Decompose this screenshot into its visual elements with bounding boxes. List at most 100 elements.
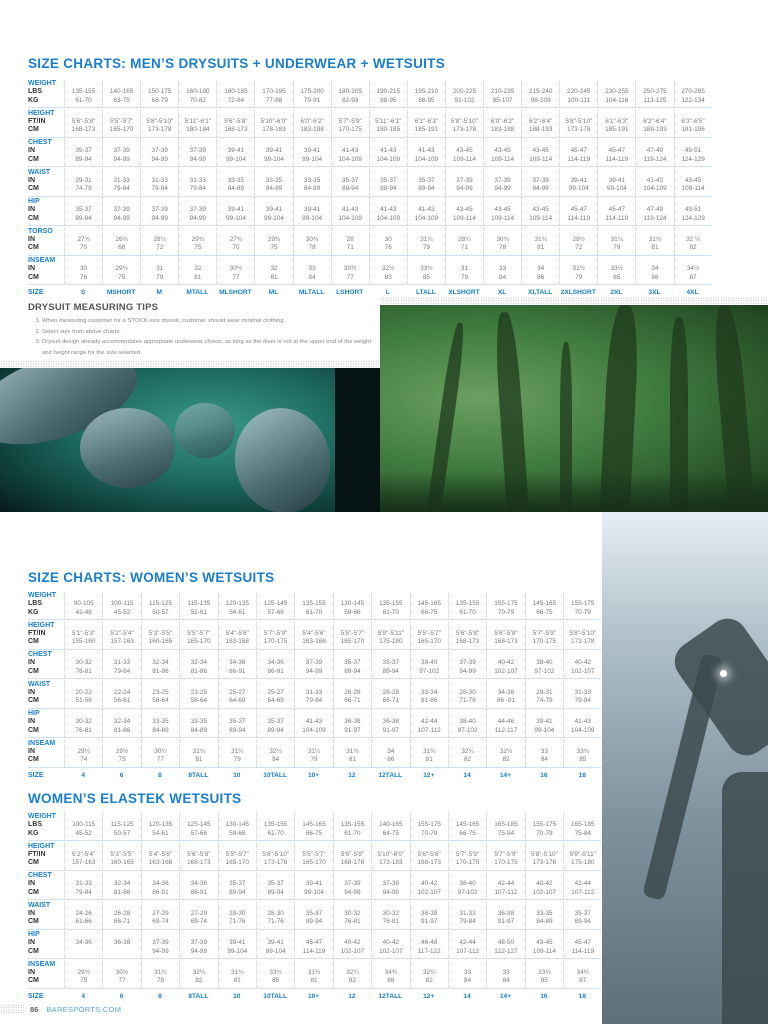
table-cell: 34½ 87: [563, 960, 601, 988]
unit-label: LBS: [28, 600, 42, 608]
value-cm: 51-56: [75, 697, 92, 705]
row-label: HIP IN CM: [28, 710, 64, 737]
value-cm: 185-191: [414, 126, 439, 134]
row-label: HEIGHT FT/IN CM: [28, 843, 64, 870]
table-cell: 270-295 122-134: [673, 80, 712, 107]
value-cm: 82: [348, 977, 356, 985]
table-cell: 190-215 88-95: [368, 80, 407, 107]
table-cell: 145-165 66-75: [294, 813, 332, 840]
value-ft-in: 5'6"-5'8": [71, 117, 96, 125]
value-in: 37-39: [190, 939, 208, 947]
value-kg: 61-70: [382, 608, 399, 616]
value-cm: 180-184: [186, 126, 210, 134]
value-ft-in: 5'1"-5'3": [72, 629, 96, 637]
value-cm: 89-94: [229, 726, 246, 734]
table-cell: 33-35 84-89: [254, 168, 292, 196]
table-cell: 30-32 76-81: [64, 651, 102, 678]
value-cm: 114-119: [567, 155, 591, 163]
value-cm: 86: [387, 756, 395, 764]
table-cell: 31¼ 79: [597, 227, 635, 255]
table-cell: 48-50 122-127: [486, 931, 524, 958]
value-cm: 165-170: [109, 126, 134, 134]
table-cell: 35-37 89-94: [217, 872, 256, 899]
value-cm: 75: [118, 273, 126, 281]
value-lbs: 125-145: [187, 821, 211, 829]
value-cm: 102-107: [532, 888, 557, 896]
value-cm: 109-114: [532, 947, 556, 955]
table-cell: 33-35 84-89: [524, 901, 563, 929]
table-cell: 35-37 89-94: [406, 168, 445, 196]
value-in: 40-42: [536, 880, 553, 888]
table-cell: 31 79: [140, 257, 178, 284]
table-cell: 155-175 70-79: [563, 592, 601, 619]
table-cell: 31¼ 79: [217, 739, 256, 767]
value-lbs: 115-135: [187, 600, 211, 608]
value-cm: 84-89: [536, 918, 553, 926]
value-in: 46-48: [421, 939, 438, 947]
value-in: 32¼: [192, 968, 206, 976]
unit-label: CM: [28, 918, 39, 926]
table-cell: 34 86: [521, 257, 559, 284]
value-kg: 54-61: [229, 608, 246, 616]
value-in: 34½: [686, 265, 700, 273]
table-cell: 33 84: [524, 739, 563, 767]
value-kg: 66-75: [459, 829, 476, 837]
table-cell: 30¾ 78: [292, 227, 331, 255]
value-cm: 82: [502, 756, 510, 764]
value-cm: 89-94: [267, 726, 284, 734]
value-cm: 75: [270, 244, 278, 252]
value-in: 37-39: [152, 939, 169, 947]
value-cm: 64-69: [229, 697, 246, 705]
womens-size-table: WEIGHT LBS KG 90-105 41-48 100-115 45-52 115-12…: [28, 592, 602, 783]
value-ft-in: 5'6"-5'8": [340, 850, 365, 858]
measurement-group-hip: HIP IN CM 34-36 36-38 37-39 94-99 37-39 94-99 39-…: [28, 931, 602, 959]
website-link[interactable]: BARESPORTS.COM: [46, 1005, 121, 1014]
value-cm: 79: [156, 273, 164, 281]
table-cell: 30-32 76-81: [64, 710, 102, 737]
size-value: 8: [158, 771, 162, 779]
table-cell: 170-195 77-88: [254, 80, 292, 107]
value-cm: 114-119: [302, 947, 326, 955]
unit-label: CM: [28, 756, 39, 764]
value-cm: 85: [422, 273, 430, 281]
value-cm: 81: [651, 244, 659, 252]
size-value: 10: [233, 992, 241, 1000]
value-cm: 66-71: [344, 697, 361, 705]
value-ft-in: 6'1"-6'3": [605, 117, 629, 125]
value-cm: 104-109: [414, 155, 439, 163]
value-in: 28-30: [229, 909, 246, 917]
measurement-group-height: HEIGHT FT/IN CM 5'6"-5'8" 168-173 5'5"-5'7" 16…: [28, 109, 712, 138]
value-cm: 79-84: [305, 697, 323, 705]
value-in: 35-37: [229, 718, 246, 726]
value-cm: 94-99: [494, 185, 511, 193]
table-cell: 5'11"-6'1" 180-185: [368, 109, 407, 137]
table-cell: 39-41 99-104: [254, 139, 292, 166]
table-cell: 39-41 99-104: [524, 710, 563, 737]
table-cell: 145-165 66-75: [409, 592, 448, 619]
value-cm: 86-91: [229, 667, 246, 675]
unit-label: CM: [28, 155, 39, 163]
table-cell: 26-28 66-71: [102, 901, 140, 929]
value-kg: 50-57: [113, 829, 131, 837]
row-label: HIP IN CM: [28, 198, 64, 225]
value-cm: 99-104: [302, 214, 323, 222]
value-ft-in: 5'3"-5'5": [148, 629, 173, 637]
value-in: 30½: [229, 265, 243, 273]
value-kg: 64-75: [382, 829, 399, 837]
value-cm: 191-196: [681, 126, 705, 134]
value-in: 34½: [576, 968, 589, 976]
value-cm: 94-99: [459, 667, 476, 675]
table-cell: 20-22 51-56: [64, 680, 102, 708]
group-label: CHEST: [28, 651, 52, 658]
measurement-group-weight: WEIGHT LBS KG 100-115 45-52 115-125 50-57 120-1…: [28, 813, 602, 841]
value-cm: 84-89: [303, 185, 321, 193]
value-in: 33-35: [536, 909, 553, 917]
value-in: 32½: [382, 265, 395, 273]
value-cm: 66-71: [382, 697, 399, 705]
value-cm: 79-84: [75, 888, 92, 896]
value-lbs: 145-165: [532, 600, 557, 608]
value-in: 37-39: [456, 176, 473, 184]
value-cm: 89-94: [574, 918, 591, 926]
value-lbs: 90-105: [73, 600, 94, 608]
value-lbs: 135-155: [302, 600, 326, 608]
